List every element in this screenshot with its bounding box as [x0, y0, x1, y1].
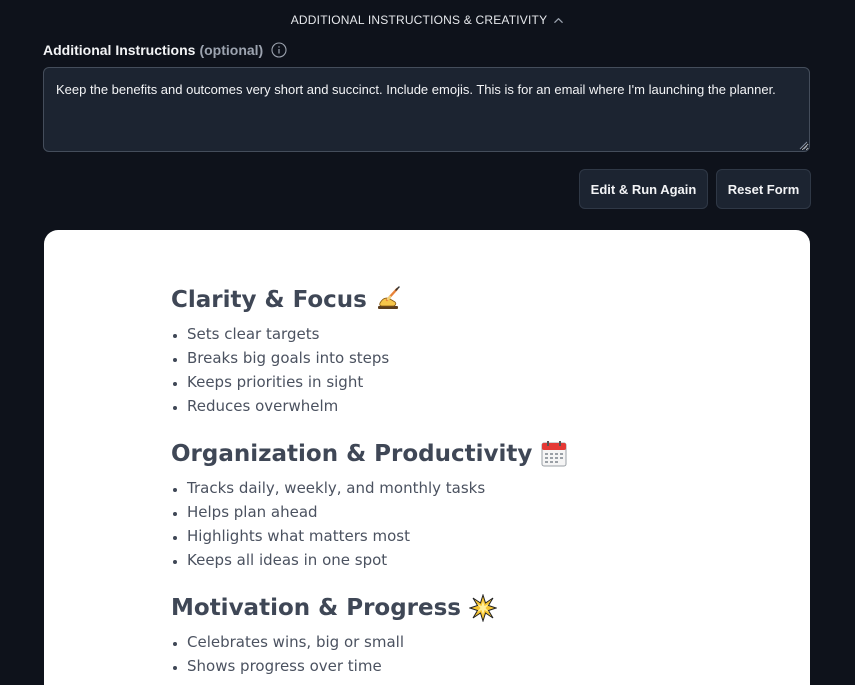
list-item: Highlights what matters most — [187, 524, 731, 548]
result-content: Clarity & Focus Sets clear targets Break… — [171, 282, 731, 685]
list-item: Reduces overwhelm — [187, 394, 731, 418]
list-item: Sets clear targets — [187, 322, 731, 346]
list-item: Helps plan ahead — [187, 500, 731, 524]
toggle-label: ADDITIONAL INSTRUCTIONS & CREATIVITY — [290, 13, 548, 27]
section-title: Motivation & Progress — [171, 590, 731, 626]
edit-run-again-button[interactable]: Edit & Run Again — [579, 169, 708, 209]
additional-instructions-textarea[interactable]: Keep the benefits and outcomes very shor… — [43, 67, 810, 152]
optional-label: (optional) — [199, 42, 264, 58]
benefit-list: Tracks daily, weekly, and monthly tasks … — [171, 476, 731, 572]
list-item: Shows progress over time — [187, 654, 731, 678]
list-item: Breaks big goals into steps — [187, 346, 731, 370]
section-title-text: Clarity & Focus — [171, 287, 367, 313]
list-item: Keeps priorities in sight — [187, 370, 731, 394]
result-section: Clarity & Focus Sets clear targets Break… — [171, 282, 731, 418]
benefit-list: Celebrates wins, big or small Shows prog… — [171, 630, 731, 678]
section-title: Clarity & Focus — [171, 282, 731, 318]
additional-instructions-toggle[interactable]: ADDITIONAL INSTRUCTIONS & CREATIVITY — [0, 13, 855, 27]
calendar-icon — [541, 441, 567, 467]
instructions-label-text: Additional Instructions — [43, 42, 196, 58]
list-item: Keeps all ideas in one spot — [187, 548, 731, 572]
sparkle-burst-icon — [469, 594, 497, 622]
list-item: Celebrates wins, big or small — [187, 630, 731, 654]
resize-grip-icon[interactable] — [798, 140, 808, 150]
section-title-text: Motivation & Progress — [171, 595, 461, 621]
reset-form-button[interactable]: Reset Form — [716, 169, 811, 209]
benefit-list: Sets clear targets Breaks big goals into… — [171, 322, 731, 418]
section-title-text: Organization & Productivity — [171, 441, 533, 467]
list-item: Tracks daily, weekly, and monthly tasks — [187, 476, 731, 500]
result-section: Motivation & Progress Celebrates wins, b… — [171, 590, 731, 678]
section-title: Organization & Productivity — [171, 436, 731, 472]
info-icon[interactable] — [271, 42, 287, 58]
writing-hand-icon — [377, 286, 400, 309]
result-card: Clarity & Focus Sets clear targets Break… — [44, 230, 810, 685]
page: ADDITIONAL INSTRUCTIONS & CREATIVITY Add… — [0, 0, 855, 685]
instructions-label: Additional Instructions (optional) — [43, 42, 287, 58]
chevron-up-icon — [554, 17, 564, 23]
result-section: Organization & Productivity • Tracks dai… — [171, 436, 731, 572]
